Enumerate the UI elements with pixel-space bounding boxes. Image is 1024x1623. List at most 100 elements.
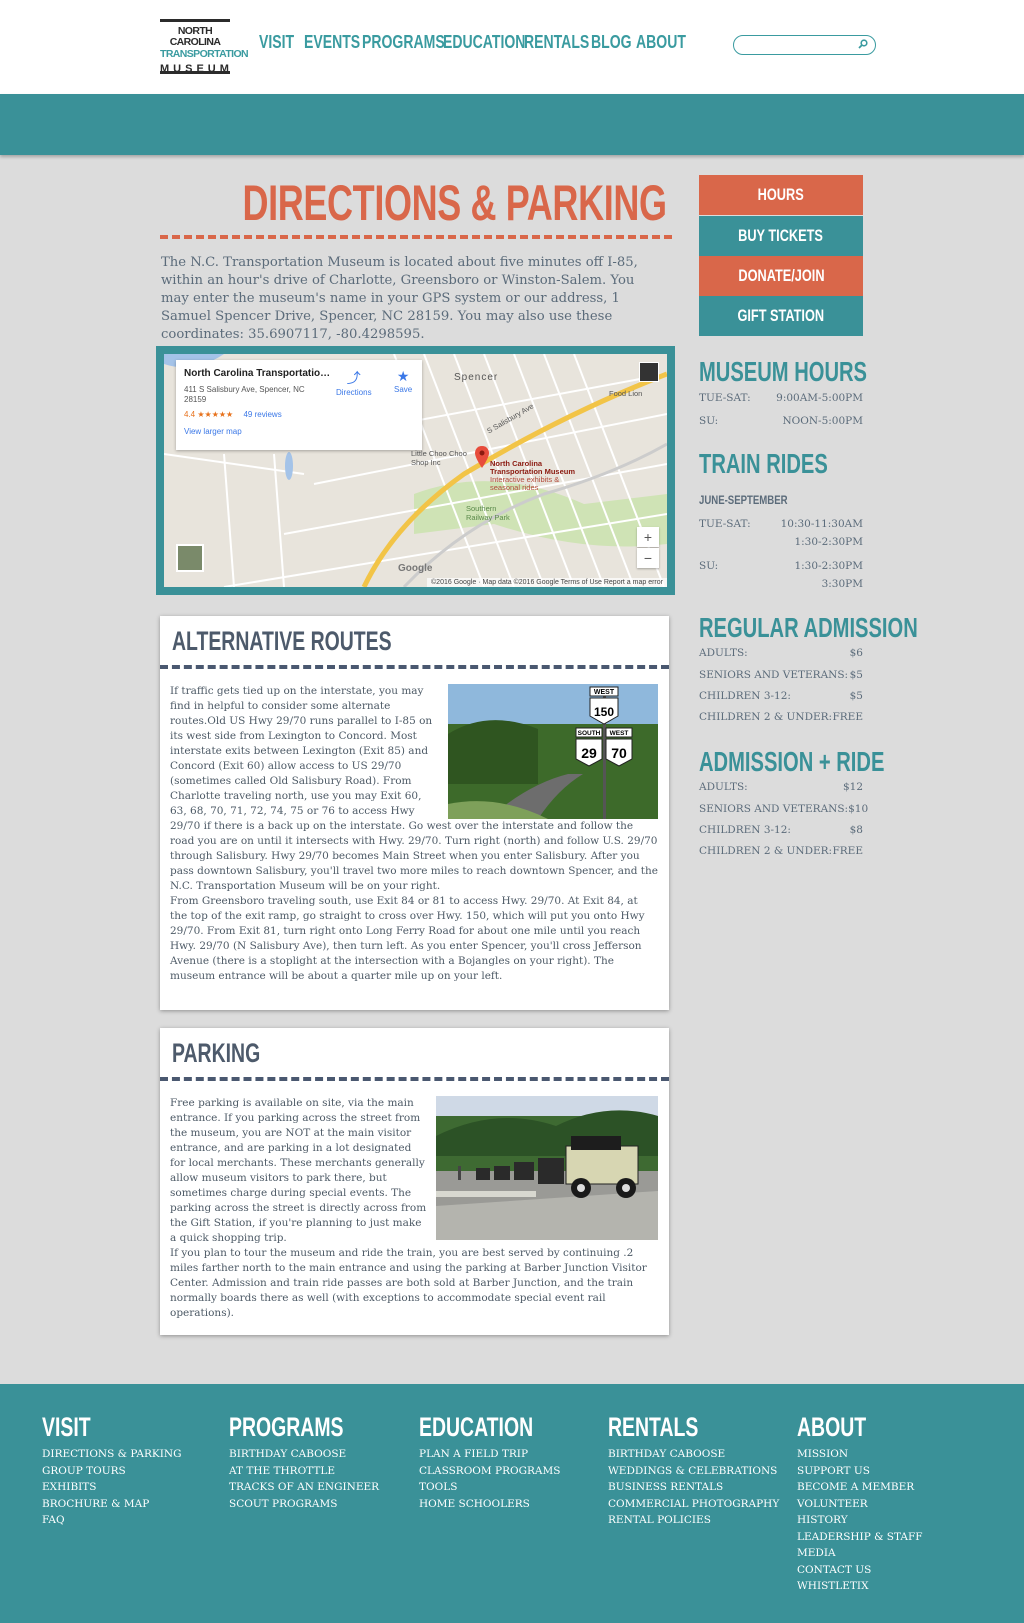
page-title-wrap: DIRECTIONS & PARKING <box>160 174 672 232</box>
logo-line-2: TRANSPORTATION <box>160 48 249 60</box>
footer-col-about: ABOUT MISSION SUPPORT US BECOME A MEMBER… <box>797 1412 923 1595</box>
footer-link[interactable]: MISSION <box>797 1446 923 1463</box>
footer-link[interactable]: EXHIBITS <box>42 1479 182 1496</box>
sign-south: SOUTH <box>578 730 601 737</box>
footer-col-education: EDUCATION PLAN A FIELD TRIP CLASSROOM PR… <box>419 1412 578 1512</box>
footer-link[interactable]: AT THE THROTTLE <box>229 1463 388 1480</box>
footer-link[interactable]: DIRECTIONS & PARKING <box>42 1446 182 1463</box>
footer-link[interactable]: TOOLS <box>419 1479 578 1496</box>
hours-value: 9:00AM-5:00PM <box>776 392 863 404</box>
map-directions-button[interactable]: ⤴ Directions <box>336 368 372 397</box>
search-input[interactable] <box>742 40 852 56</box>
map-save-button[interactable]: ★ Save <box>394 368 412 394</box>
footer-link[interactable]: CONTACT US <box>797 1562 923 1579</box>
price-label: ADULTS: <box>699 781 748 793</box>
nav-rentals[interactable]: RENTALS <box>524 32 589 53</box>
parking-card: PARKING Free parking is available on sit… <box>160 1028 669 1335</box>
hours-button-label: HOURS <box>757 185 805 204</box>
price-label: CHILDREN 3-12: <box>699 824 791 836</box>
footer-link[interactable]: HISTORY <box>797 1512 923 1529</box>
train-label: TUE-SAT: <box>699 518 751 530</box>
highway-signs-photo: WEST 150 SOUTH WEST 29 70 <box>448 684 658 819</box>
footer-link[interactable]: WHISTLETIX <box>797 1578 923 1595</box>
zoom-out-button[interactable]: − <box>637 548 659 568</box>
star-rating-icon: ★★★★★ <box>197 410 234 419</box>
map-pin-icon[interactable] <box>475 446 489 468</box>
map-footer[interactable]: ©2016 Google · Map data ©2016 Google Ter… <box>427 578 667 587</box>
footer-link[interactable]: BIRTHDAY CABOOSE <box>608 1446 779 1463</box>
map-larger-link[interactable]: View larger map <box>184 427 414 436</box>
hours-label: SU: <box>699 415 719 427</box>
price-row: SENIORS AND VETERANS: $10 <box>699 803 868 815</box>
nav-blog[interactable]: BLOG <box>591 32 632 53</box>
footer-link[interactable]: LEADERSHIP & STAFF <box>797 1529 923 1546</box>
gift-station-button[interactable]: GIFT STATION <box>699 296 863 336</box>
hours-row: TUE-SAT: 9:00AM-5:00PM <box>699 392 863 404</box>
footer-heading[interactable]: EDUCATION <box>419 1412 533 1446</box>
price-row: SENIORS AND VETERANS: $5 <box>699 669 863 681</box>
footer-link[interactable]: GROUP TOURS <box>42 1463 182 1480</box>
satellite-toggle-icon[interactable] <box>176 544 204 572</box>
footer-link[interactable]: WEDDINGS & CELEBRATIONS <box>608 1463 779 1480</box>
map-pin-label: North Carolina Transportation Museum <box>490 459 576 476</box>
main-nav: VISIT EVENTS PROGRAMS EDUCATION RENTALS … <box>259 32 690 53</box>
footer-link[interactable]: BROCHURE & MAP <box>42 1496 182 1513</box>
nav-events[interactable]: EVENTS <box>304 32 360 53</box>
train-label: SU: <box>699 560 719 572</box>
nav-about[interactable]: ABOUT <box>636 32 686 53</box>
footer-link[interactable]: COMMERCIAL PHOTOGRAPHY <box>608 1496 779 1513</box>
price-label: SENIORS AND VETERANS: <box>699 669 849 681</box>
hours-button[interactable]: HOURS <box>699 175 863 215</box>
footer-link[interactable]: BUSINESS RENTALS <box>608 1479 779 1496</box>
footer-heading[interactable]: ABOUT <box>797 1412 887 1446</box>
alt-routes-body: WEST 150 SOUTH WEST 29 70 If traffic get… <box>170 684 658 984</box>
footer-link[interactable]: HOME SCHOOLERS <box>419 1496 578 1513</box>
map-label-choo: Little Choo Choo Shop Inc <box>411 449 467 467</box>
price-row: CHILDREN 3-12: $8 <box>699 824 863 836</box>
footer-link[interactable]: PLAN A FIELD TRIP <box>419 1446 578 1463</box>
footer-link[interactable]: SCOUT PROGRAMS <box>229 1496 388 1513</box>
price-label: CHILDREN 2 & UNDER: <box>699 711 833 723</box>
price-row: CHILDREN 2 & UNDER: FREE <box>699 711 863 723</box>
map-pin-sub: Interactive exhibits & seasonal rides <box>490 475 560 492</box>
search-box <box>733 35 876 56</box>
footer-link[interactable]: FAQ <box>42 1512 182 1529</box>
nav-visit[interactable]: VISIT <box>259 32 299 53</box>
footer-link[interactable]: TRACKS OF AN ENGINEER <box>229 1479 388 1496</box>
footer-link[interactable]: RENTAL POLICIES <box>608 1512 779 1529</box>
parking-body: Free parking is available on site, via t… <box>170 1096 658 1321</box>
price-value: $12 <box>842 781 863 793</box>
parking-text-2: If you plan to tour the museum and ride … <box>170 1247 647 1319</box>
footer-heading[interactable]: RENTALS <box>608 1412 731 1446</box>
footer-col-rentals: RENTALS BIRTHDAY CABOOSE WEDDINGS & CELE… <box>608 1412 779 1529</box>
price-value: FREE <box>832 711 863 723</box>
price-label: ADULTS: <box>699 647 748 659</box>
map-reviews-link[interactable]: 49 reviews <box>243 410 281 419</box>
footer-link[interactable]: VOLUNTEER <box>797 1496 923 1513</box>
google-map[interactable]: Spencer S Salisbury Ave Little Choo Choo… <box>164 354 667 587</box>
nav-programs[interactable]: PROGRAMS <box>362 32 445 53</box>
train-time: 1:30-2:30PM <box>794 536 863 548</box>
donate-join-button-label: DONATE/JOIN <box>737 266 825 285</box>
hours-row: SU: NOON-5:00PM <box>699 415 863 427</box>
fullscreen-icon[interactable] <box>639 362 659 382</box>
footer-heading[interactable]: PROGRAMS <box>229 1412 343 1446</box>
nav-education[interactable]: EDUCATION <box>443 32 525 53</box>
price-row: CHILDREN 3-12: $5 <box>699 690 863 702</box>
museum-logo[interactable]: NORTH CAROLINA TRANSPORTATION MUSEUM <box>160 19 249 74</box>
footer-link[interactable]: BECOME A MEMBER <box>797 1479 923 1496</box>
search-icon[interactable] <box>858 39 868 49</box>
footer-link[interactable]: MEDIA <box>797 1545 923 1562</box>
footer-link[interactable]: SUPPORT US <box>797 1463 923 1480</box>
map-frame: Spencer S Salisbury Ave Little Choo Choo… <box>156 346 675 595</box>
zoom-in-button[interactable]: + <box>637 527 659 547</box>
footer-heading[interactable]: VISIT <box>42 1412 142 1446</box>
footer-link[interactable]: CLASSROOM PROGRAMS <box>419 1463 578 1480</box>
donate-join-button[interactable]: DONATE/JOIN <box>699 256 863 296</box>
alt-routes-text-2: From Greensboro traveling south, use Exi… <box>170 895 645 982</box>
train-season: JUNE-SEPTEMBER <box>699 493 788 507</box>
gift-station-button-label: GIFT STATION <box>737 306 825 325</box>
buy-tickets-button[interactable]: BUY TICKETS <box>699 216 863 256</box>
buy-tickets-button-label: BUY TICKETS <box>738 226 824 245</box>
footer-link[interactable]: BIRTHDAY CABOOSE <box>229 1446 388 1463</box>
